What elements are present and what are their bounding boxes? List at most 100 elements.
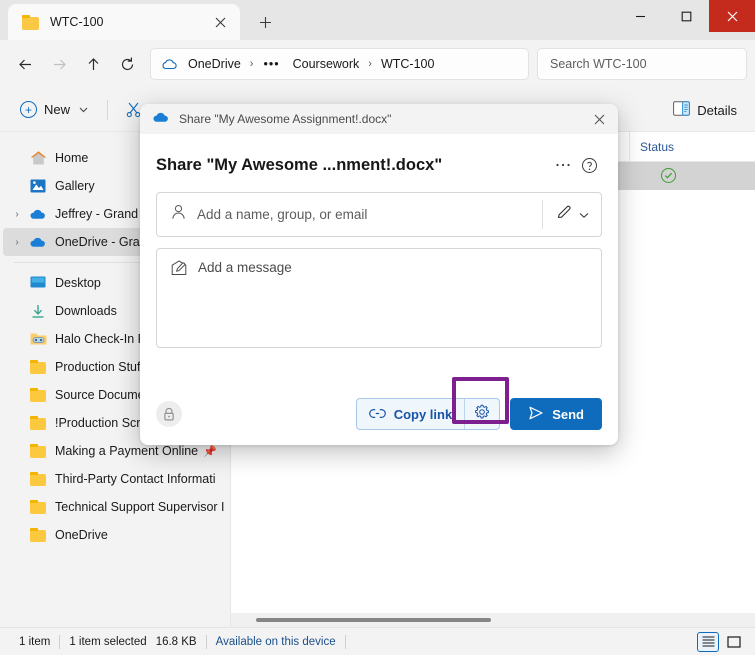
divider xyxy=(344,634,346,649)
new-button[interactable]: + New xyxy=(10,95,98,125)
details-pane-button[interactable]: Details xyxy=(665,95,745,125)
divider xyxy=(107,99,109,120)
link-settings-gear-button[interactable] xyxy=(465,399,499,429)
link-icon xyxy=(368,407,386,422)
chevron-right-icon: › xyxy=(7,334,27,345)
forward-button[interactable] xyxy=(42,47,76,81)
chevron-right-icon: › xyxy=(7,181,27,192)
back-button[interactable] xyxy=(8,47,42,81)
chevron-right-icon: › xyxy=(7,390,27,401)
copy-link-label: Copy link xyxy=(393,406,453,422)
large-icons-view-icon[interactable] xyxy=(723,632,745,652)
status-bar: 1 item 1 item selected 16.8 KB Available… xyxy=(0,627,755,655)
minimize-button[interactable] xyxy=(617,0,663,32)
chevron-right-icon[interactable]: › xyxy=(7,237,27,248)
breadcrumb-separator: › xyxy=(249,58,254,70)
horizontal-scrollbar[interactable] xyxy=(231,613,755,627)
folder-icon xyxy=(27,388,49,402)
sidebar-item-third-party-contact-information[interactable]: › Third-Party Contact Informati xyxy=(3,465,227,493)
tab-title: WTC-100 xyxy=(50,15,104,29)
send-button[interactable]: Send xyxy=(510,398,602,430)
cloud-icon xyxy=(161,58,178,71)
folder-icon xyxy=(27,500,49,514)
chevron-right-icon[interactable]: › xyxy=(7,209,27,220)
sidebar-item-label: Desktop xyxy=(55,276,101,290)
chevron-right-icon: › xyxy=(7,446,27,457)
sidebar-item-label: Jeffrey - Grand C xyxy=(55,207,151,221)
breadcrumb-wtc-100[interactable]: WTC-100 xyxy=(375,54,440,74)
chevron-right-icon: › xyxy=(7,362,27,373)
sidebar-item-technical-support-supervisor[interactable]: › Technical Support Supervisor I xyxy=(3,493,227,521)
lock-icon xyxy=(156,401,182,427)
breadcrumb-coursework[interactable]: Coursework xyxy=(287,54,366,74)
copy-link-button[interactable]: Copy link xyxy=(357,399,465,429)
help-circle-icon[interactable] xyxy=(576,152,602,178)
tab-bar: WTC-100 xyxy=(0,0,755,40)
item-count: 1 item xyxy=(19,635,51,648)
folder-icon xyxy=(27,416,49,430)
up-button[interactable] xyxy=(76,47,110,81)
dialog-body: Share "My Awesome ...nment!.docx" Add a … xyxy=(140,134,618,348)
permission-dropdown-button[interactable] xyxy=(543,204,601,226)
pin-icon[interactable]: 📌 xyxy=(203,445,217,458)
scrollbar-thumb[interactable] xyxy=(256,618,491,622)
gear-icon xyxy=(474,404,490,425)
chevron-right-icon: › xyxy=(7,418,27,429)
recipient-placeholder: Add a name, group, or email xyxy=(197,207,368,222)
close-icon[interactable] xyxy=(584,105,614,133)
status-badge xyxy=(661,168,677,184)
copy-link-group: Copy link xyxy=(355,398,501,430)
chevron-right-icon: › xyxy=(7,474,27,485)
folder-icon xyxy=(27,472,49,486)
cloud-icon xyxy=(27,208,49,220)
footer-actions: Copy link Send xyxy=(355,398,602,430)
breadcrumb-overflow[interactable]: ••• xyxy=(256,57,286,71)
details-pane-icon xyxy=(673,101,691,119)
details-view-icon[interactable] xyxy=(697,631,719,652)
special-folder-icon xyxy=(27,332,49,346)
chevron-down-icon xyxy=(579,206,589,224)
home-icon xyxy=(27,150,49,166)
recipient-input[interactable]: Add a name, group, or email xyxy=(157,204,542,225)
green-check-circle-icon xyxy=(661,168,676,183)
sidebar-item-onedrive-folder[interactable]: › OneDrive xyxy=(3,521,227,549)
column-header-status[interactable]: Status xyxy=(629,132,674,162)
plus-circle-icon: + xyxy=(20,101,37,118)
maximize-button[interactable] xyxy=(663,0,709,32)
folder-icon xyxy=(27,528,49,542)
sidebar-item-label: OneDrive - Gran xyxy=(55,235,147,249)
selection-size: 16.8 KB xyxy=(155,635,197,648)
desktop-icon xyxy=(27,276,49,290)
breadcrumb-onedrive[interactable]: OneDrive xyxy=(182,54,247,74)
sidebar-item-label: Third-Party Contact Informati xyxy=(55,472,216,486)
message-input[interactable]: Add a message xyxy=(156,248,602,348)
close-window-button[interactable] xyxy=(709,0,755,32)
refresh-icon[interactable] xyxy=(110,47,144,81)
sidebar-item-label: OneDrive xyxy=(55,528,108,542)
selection-count: 1 item selected xyxy=(69,635,147,648)
dialog-titlebar: Share "My Awesome Assignment!.docx" xyxy=(140,104,618,134)
chevron-right-icon: › xyxy=(7,306,27,317)
recipient-field-group: Add a name, group, or email xyxy=(156,192,602,237)
search-input[interactable]: Search WTC-100 xyxy=(537,48,747,80)
tab-wtc-100[interactable]: WTC-100 xyxy=(8,4,240,40)
dialog-heading-row: Share "My Awesome ...nment!.docx" xyxy=(156,152,602,178)
cloud-icon xyxy=(27,236,49,248)
more-options-icon[interactable] xyxy=(550,152,576,178)
folder-icon xyxy=(22,14,40,30)
sidebar-item-label: Production Stuff xyxy=(55,360,144,374)
details-label: Details xyxy=(697,102,737,118)
chevron-right-icon: › xyxy=(7,530,27,541)
send-arrow-icon xyxy=(528,406,544,423)
view-toggles xyxy=(697,631,745,652)
folder-icon xyxy=(27,360,49,374)
pencil-icon xyxy=(556,204,573,226)
close-icon[interactable] xyxy=(208,10,232,34)
new-tab-button[interactable] xyxy=(250,7,280,37)
page-title: Share "My Awesome ...nment!.docx" xyxy=(156,155,443,174)
sidebar-item-label: Technical Support Supervisor I xyxy=(55,500,225,514)
chevron-right-icon: › xyxy=(7,153,27,164)
window-controls xyxy=(617,0,755,32)
sync-status: Available on this device xyxy=(215,635,336,648)
breadcrumb[interactable]: OneDrive › ••• Coursework › WTC-100 xyxy=(150,48,529,80)
